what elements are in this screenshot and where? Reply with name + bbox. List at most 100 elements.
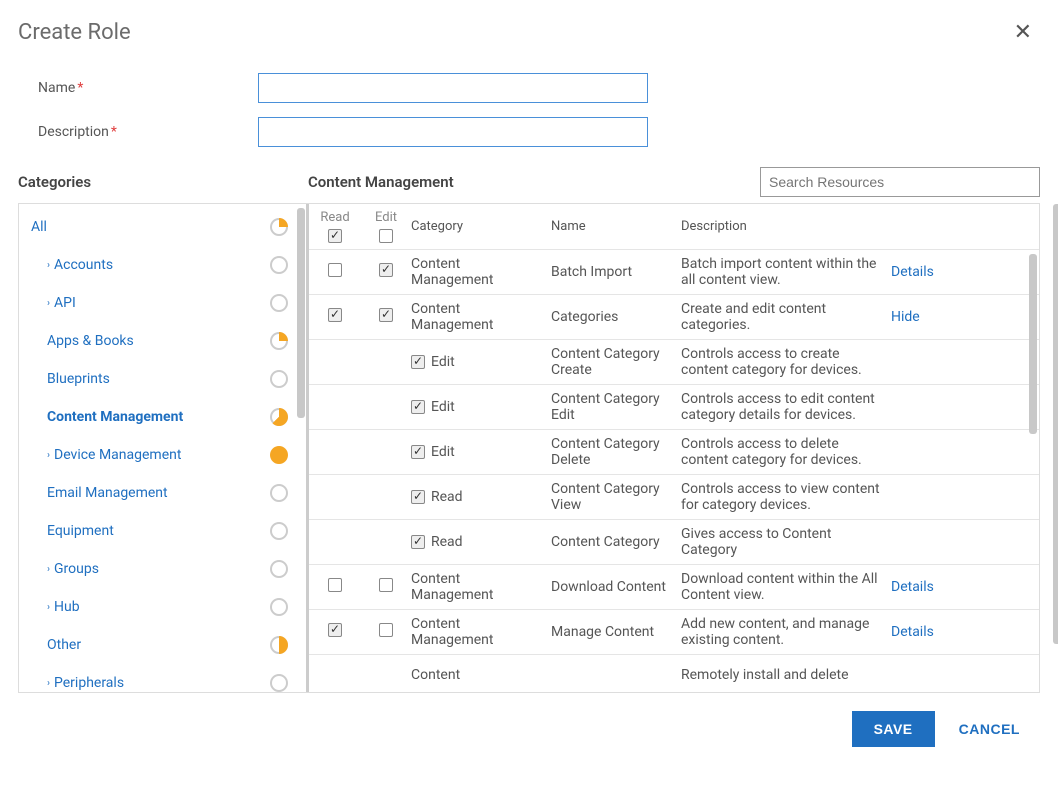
sidebar-item-groups[interactable]: ›Groups (19, 550, 306, 588)
sidebar-item-other[interactable]: Other (19, 626, 306, 664)
cell-name: Download Content (551, 579, 681, 595)
read-checkbox[interactable] (328, 578, 342, 592)
sub-permission-checkbox[interactable] (411, 535, 425, 549)
coverage-pie-icon (270, 408, 288, 426)
chevron-right-icon: › (47, 602, 50, 613)
cell-description: Controls access to create content catego… (681, 346, 891, 378)
coverage-pie-icon (270, 218, 288, 236)
chevron-right-icon: › (47, 260, 50, 271)
sidebar-item-all[interactable]: All (19, 208, 306, 246)
cell-category: Content Management (411, 571, 551, 603)
table-subrow: ReadContent CategoryGives access to Cont… (309, 520, 1039, 565)
sidebar-item-label: Device Management (54, 447, 181, 463)
sidebar-item-label: Groups (54, 561, 99, 577)
table-row: Content ManagementManage ContentAdd new … (309, 610, 1039, 655)
read-checkbox[interactable] (328, 308, 342, 322)
save-button[interactable]: SAVE (852, 711, 935, 747)
required-mark: * (77, 80, 83, 96)
sidebar-item-accounts[interactable]: ›Accounts (19, 246, 306, 284)
read-checkbox[interactable] (328, 263, 342, 277)
chevron-right-icon: › (47, 298, 50, 309)
coverage-pie-icon (270, 484, 288, 502)
sub-permission-checkbox[interactable] (411, 355, 425, 369)
description-field[interactable] (258, 117, 648, 147)
cell-description: Batch import content within the all cont… (681, 256, 891, 288)
sidebar-item-label: API (54, 295, 76, 311)
cell-category: Content Management (411, 301, 551, 333)
name-label: Name* (38, 80, 258, 96)
cell-description: Remotely install and delete (681, 661, 891, 683)
cell-name: Content Category Delete (551, 436, 681, 468)
sidebar-item-label: Apps & Books (47, 333, 134, 349)
sidebar-item-hub[interactable]: ›Hub (19, 588, 306, 626)
details-link[interactable]: Details (891, 624, 951, 640)
cell-description: Controls access to view content for cate… (681, 481, 891, 513)
cell-name: Categories (551, 309, 681, 325)
cell-description: Create and edit content categories. (681, 301, 891, 333)
coverage-pie-icon (270, 560, 288, 578)
sub-permission-checkbox[interactable] (411, 400, 425, 414)
edit-all-checkbox[interactable] (379, 229, 393, 243)
edit-checkbox[interactable] (379, 623, 393, 637)
sidebar-item-label: Equipment (47, 523, 114, 539)
sidebar-scrollbar[interactable] (297, 208, 305, 418)
permissions-table: Read Edit Category Name Description Cont… (309, 204, 1039, 692)
col-category-label: Category (411, 219, 551, 234)
col-edit-label: Edit (375, 210, 397, 225)
sidebar-item-apps-books[interactable]: Apps & Books (19, 322, 306, 360)
categories-sidebar[interactable]: All›Accounts›APIApps & BooksBlueprintsCo… (19, 204, 309, 692)
edit-checkbox[interactable] (379, 308, 393, 322)
edit-checkbox[interactable] (379, 263, 393, 277)
sidebar-item-label: Content Management (47, 409, 183, 425)
sidebar-item-blueprints[interactable]: Blueprints (19, 360, 306, 398)
dialog-scrollbar[interactable] (1053, 204, 1058, 644)
coverage-pie-icon (270, 522, 288, 540)
table-subrow: EditContent Category CreateControls acce… (309, 340, 1039, 385)
cell-category: Content (411, 661, 551, 683)
categories-heading: Categories (18, 173, 308, 191)
cancel-button[interactable]: CANCEL (959, 711, 1020, 747)
cell-name: Batch Import (551, 264, 681, 280)
cell-description: Gives access to Content Category (681, 526, 891, 558)
close-icon[interactable]: ✕ (1006, 20, 1040, 45)
sidebar-item-content-management[interactable]: Content Management (19, 398, 306, 436)
hide-link[interactable]: Hide (891, 309, 951, 325)
table-header-row: Read Edit Category Name Description (309, 204, 1039, 250)
sidebar-item-label: Blueprints (47, 371, 110, 387)
search-input[interactable] (760, 167, 1040, 197)
coverage-pie-icon (270, 370, 288, 388)
dialog-title: Create Role (18, 20, 131, 45)
required-mark: * (111, 124, 117, 140)
chevron-right-icon: › (47, 450, 50, 461)
sidebar-item-peripherals[interactable]: ›Peripherals (19, 664, 306, 692)
sidebar-item-device-management[interactable]: › Device Management (19, 436, 306, 474)
cell-description: Controls access to edit content category… (681, 391, 891, 423)
sub-permission-checkbox[interactable] (411, 490, 425, 504)
cell-category: Content Management (411, 256, 551, 288)
sidebar-item-label: Email Management (47, 485, 168, 501)
name-field[interactable] (258, 73, 648, 103)
sidebar-item-label: All (31, 219, 47, 235)
table-subrow: EditContent Category DeleteControls acce… (309, 430, 1039, 475)
cell-category: Content Management (411, 616, 551, 648)
table-subrow: EditContent Category EditControls access… (309, 385, 1039, 430)
cell-name: Content Category View (551, 481, 681, 513)
chevron-right-icon: › (47, 678, 50, 689)
cell-description: Download content within the All Content … (681, 571, 891, 603)
col-read-label: Read (320, 210, 349, 225)
coverage-pie-icon (270, 294, 288, 312)
cell-name: Content Category (551, 534, 681, 550)
edit-checkbox[interactable] (379, 578, 393, 592)
read-all-checkbox[interactable] (328, 229, 342, 243)
sidebar-item-api[interactable]: › API (19, 284, 306, 322)
coverage-pie-icon (270, 446, 288, 464)
sub-permission-checkbox[interactable] (411, 445, 425, 459)
sidebar-item-equipment[interactable]: Equipment (19, 512, 306, 550)
read-checkbox[interactable] (328, 623, 342, 637)
sub-permission-type: Edit (431, 354, 455, 370)
sidebar-item-email-management[interactable]: Email Management (19, 474, 306, 512)
sub-permission-type: Edit (431, 444, 455, 460)
details-link[interactable]: Details (891, 579, 951, 595)
details-link[interactable]: Details (891, 264, 951, 280)
table-scrollbar[interactable] (1029, 254, 1037, 434)
